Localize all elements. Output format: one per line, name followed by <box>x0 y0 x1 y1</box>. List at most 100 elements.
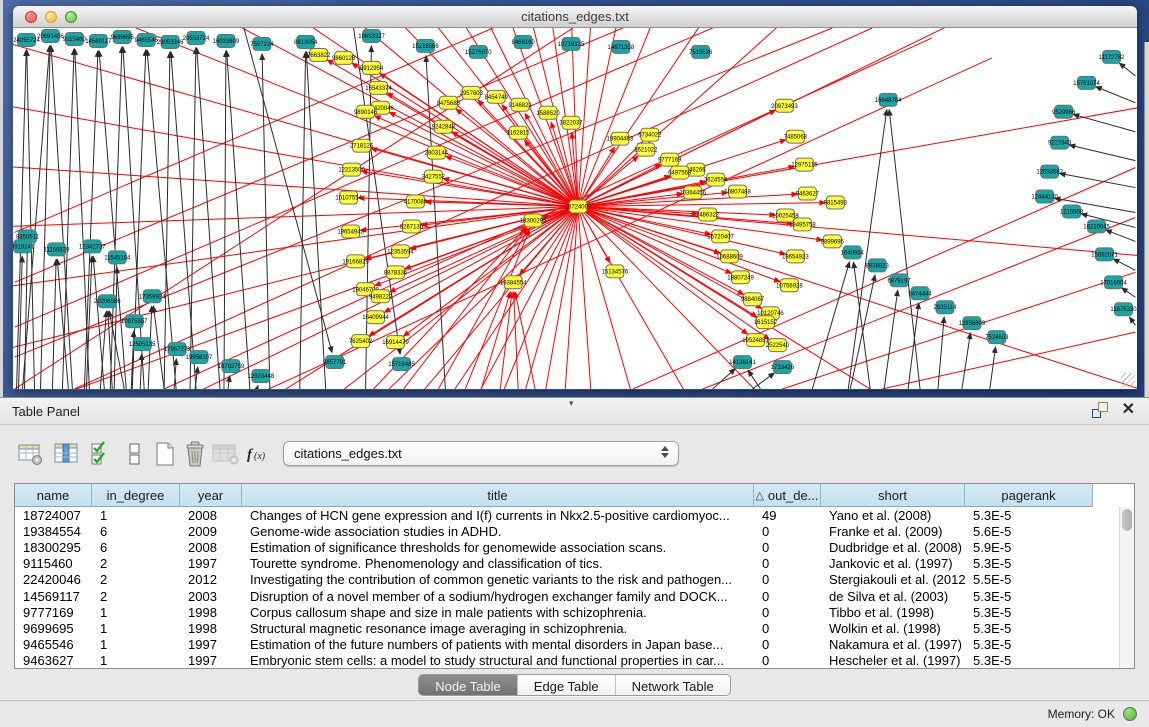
cell-in_degree[interactable]: 6 <box>92 539 180 555</box>
graph-node[interactable]: 2522540 <box>766 339 790 352</box>
graph-node[interactable]: 7515526 <box>689 45 713 58</box>
cell-title[interactable]: Estimation of significance thresholds fo… <box>242 539 754 555</box>
graph-edge[interactable] <box>228 376 230 389</box>
tab-network-table[interactable]: Network Table <box>616 675 730 696</box>
graph-node[interactable]: 1615152 <box>754 316 778 329</box>
table-settings-icon[interactable] <box>16 439 46 469</box>
cell-title[interactable]: Structural magnetic resonance image aver… <box>242 620 754 636</box>
cell-year[interactable]: 2008 <box>180 507 242 523</box>
table-row[interactable]: 977716911998Corpus callosum shape and si… <box>15 604 1134 620</box>
cell-pagerank[interactable]: 5.3E-5 <box>965 556 1093 572</box>
graph-node[interactable]: 20553724 <box>183 31 210 44</box>
table-row[interactable]: 1830029562008Estimation of significance … <box>15 539 1134 555</box>
graph-edge[interactable] <box>962 333 970 389</box>
graph-edge[interactable] <box>578 28 1101 207</box>
graph-node[interactable]: 12093582 <box>1036 165 1063 178</box>
graph-node[interactable]: 12342737 <box>79 240 106 253</box>
graph-edge[interactable] <box>1073 114 1135 131</box>
table-row[interactable]: 911546021997Tourette syndrome. Phenomeno… <box>15 556 1134 572</box>
graph-edge[interactable] <box>147 50 176 389</box>
graph-edge[interactable] <box>27 50 35 389</box>
cell-in_degree[interactable]: 1 <box>92 507 180 523</box>
cell-pagerank[interactable]: 5.6E-5 <box>965 523 1093 539</box>
cell-pagerank[interactable]: 5.3E-5 <box>965 507 1093 523</box>
graph-node[interactable]: 8938923 <box>866 259 890 272</box>
graph-edge[interactable] <box>17 50 27 389</box>
graph-node[interactable]: 16033809 <box>213 34 240 47</box>
cell-short[interactable]: Jankovic et al. (1997) <box>821 556 965 572</box>
graph-edge[interactable] <box>478 100 578 206</box>
graph-node[interactable]: 12444130 <box>1031 190 1058 203</box>
cell-out_degree[interactable]: 0 <box>754 539 821 555</box>
cell-name[interactable]: 9463627 <box>15 653 92 669</box>
graph-node[interactable]: 12975115 <box>791 158 818 171</box>
show-columns-icon[interactable] <box>52 439 82 469</box>
graph-node[interactable]: 19904463 <box>607 132 634 145</box>
graph-edge[interactable] <box>13 207 578 389</box>
graph-node[interactable]: 20364456 <box>679 186 706 199</box>
graph-node[interactable]: 6879197 <box>887 274 911 287</box>
graph-node[interactable]: 6734022 <box>638 128 662 141</box>
cell-name[interactable]: 9115460 <box>15 556 92 572</box>
graph-edge[interactable] <box>13 207 578 389</box>
graph-node[interactable]: 9463627 <box>796 187 820 200</box>
column-header[interactable]: short <box>821 484 965 507</box>
cell-year[interactable]: 1998 <box>180 620 242 636</box>
graph-node[interactable]: 9860128 <box>332 51 356 64</box>
cell-in_degree[interactable]: 1 <box>92 653 180 669</box>
graph-node[interactable]: 9699695 <box>111 30 135 43</box>
cell-short[interactable]: Nakamura et al. (1997) <box>821 637 965 653</box>
graph-node[interactable]: 8454749 <box>485 90 509 103</box>
cell-short[interactable]: Dudbridge et al. (2008) <box>821 539 965 555</box>
graph-node[interactable]: 10107554 <box>335 191 362 204</box>
graph-edge[interactable] <box>1129 317 1135 325</box>
cell-out_degree[interactable]: 49 <box>754 507 821 523</box>
cell-pagerank[interactable]: 5.5E-5 <box>965 572 1093 588</box>
graph-edge[interactable] <box>753 373 775 389</box>
graph-edge[interactable] <box>850 275 875 389</box>
cell-title[interactable]: Investigating the contribution of common… <box>242 572 754 588</box>
cell-name[interactable]: 18724007 <box>15 507 92 523</box>
graph-node[interactable]: 1215958 <box>1060 205 1084 218</box>
cell-in_degree[interactable]: 2 <box>92 556 180 572</box>
graph-edge[interactable] <box>306 52 325 389</box>
cell-title[interactable]: Corpus callosum shape and size in male p… <box>242 604 754 620</box>
cell-name[interactable]: 18300295 <box>15 539 92 555</box>
select-rows-icon[interactable] <box>86 439 116 469</box>
cell-pagerank[interactable]: 5.3E-5 <box>965 653 1093 669</box>
graph-node[interactable]: 9227343 <box>1048 136 1072 149</box>
graph-node[interactable]: 12505135 <box>129 338 156 351</box>
graph-node[interactable]: 20206586 <box>94 295 121 308</box>
cell-title[interactable]: Genome-wide association studies in ADHD. <box>242 523 754 539</box>
cell-year[interactable]: 1997 <box>180 556 242 572</box>
graph-edge[interactable] <box>19 256 23 389</box>
graph-node[interactable]: 16648784 <box>875 93 902 106</box>
graph-node[interactable]: 14671358 <box>608 40 635 53</box>
network-table-selector[interactable]: citations_edges.txt <box>283 441 679 466</box>
column-header[interactable]: in_degree <box>92 484 180 507</box>
graph-edge[interactable] <box>908 303 919 389</box>
graph-node[interactable]: 12958809 <box>959 317 986 330</box>
cell-in_degree[interactable]: 2 <box>92 588 180 604</box>
cell-short[interactable]: Tibbo et al. (1998) <box>821 604 965 620</box>
graph-node[interactable]: 19958107 <box>186 351 213 364</box>
cell-title[interactable]: Estimation of the future numbers of pati… <box>242 637 754 653</box>
table-row[interactable]: 946554611997Estimation of the future num… <box>15 637 1134 653</box>
graph-node[interactable]: 11675330 <box>1110 303 1137 316</box>
graph-edge[interactable] <box>224 51 226 389</box>
graph-node[interactable]: 7557224 <box>250 37 274 50</box>
graph-edge[interactable] <box>578 207 1137 329</box>
graph-node[interactable]: 9146821 <box>509 98 533 111</box>
graph-edge[interactable] <box>1059 173 1135 187</box>
cell-out_degree[interactable]: 0 <box>754 653 821 669</box>
column-header[interactable]: year <box>180 484 242 507</box>
close-panel-icon[interactable]: ✕ <box>1122 402 1135 418</box>
cell-short[interactable]: Wolkin et al. (1998) <box>821 620 965 636</box>
graph-node[interactable]: 19654943 <box>337 225 364 238</box>
cell-name[interactable]: 9699695 <box>15 620 92 636</box>
cell-name[interactable]: 14569117 <box>15 588 92 604</box>
cell-year[interactable]: 1997 <box>180 653 242 669</box>
graph-node[interactable]: 11172782 <box>1099 50 1125 63</box>
graph-node[interactable]: 19495758 <box>789 218 816 231</box>
cell-title[interactable]: Changes of HCN gene expression and I(f) … <box>242 507 754 523</box>
